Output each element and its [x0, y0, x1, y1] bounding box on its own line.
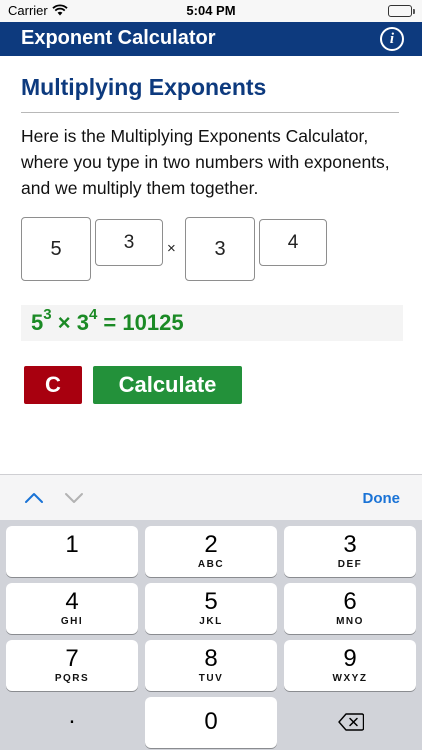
app-title: Exponent Calculator [21, 27, 216, 49]
result-base2: 3 [76, 310, 89, 335]
key-4[interactable]: 4 GHI [6, 583, 138, 634]
result-equals: = [103, 310, 117, 335]
key-2[interactable]: 2 ABC [145, 526, 277, 577]
result-text: 53 × 34 = 10125 [31, 306, 184, 336]
key-digit: 0 [204, 708, 218, 735]
key-digit: 8 [204, 645, 218, 672]
base1-input[interactable]: 5 [21, 217, 91, 281]
key-letters: JKL [199, 616, 223, 627]
number-keypad: 1 2 ABC 3 DEF 4 GHI 5 JKL 6 MNO 7 PQRS 8 TUV 9W… [0, 520, 422, 750]
delete-key[interactable] [284, 697, 416, 748]
key-decimal[interactable]: . [6, 697, 138, 748]
done-button[interactable]: Done [363, 490, 401, 507]
clear-button[interactable]: C [24, 366, 82, 404]
key-7[interactable]: 7 PQRS [6, 640, 138, 691]
multiply-sign: × [167, 240, 176, 257]
key-digit: 6 [343, 588, 357, 615]
calculate-button[interactable]: Calculate [93, 366, 242, 404]
status-bar: Carrier 5:04 PM [0, 0, 422, 22]
key-letters: ABC [197, 559, 225, 570]
key-digit: 4 [65, 588, 79, 615]
clock-time: 5:04 PM [186, 3, 236, 18]
key-digit: 2 [204, 531, 218, 558]
key-letters: MNO [336, 616, 364, 627]
result-exp1: 3 [43, 306, 52, 323]
key-letters: DEF [337, 559, 363, 570]
key-digit: 5 [204, 588, 218, 615]
result-operator: × [57, 310, 71, 335]
key-decimal-label: . [68, 702, 76, 729]
keyboard-toolbar: Done [0, 474, 422, 520]
key-3[interactable]: 3 DEF [284, 526, 416, 577]
nav-bar: Exponent Calculator i [0, 22, 422, 56]
result-base1: 5 [31, 310, 44, 335]
key-8[interactable]: 8 TUV [145, 640, 277, 691]
key-letters: GHI [60, 616, 84, 627]
battery-icon [388, 5, 415, 17]
key-digit: 1 [65, 531, 79, 558]
info-icon[interactable]: i [380, 27, 404, 51]
description-text: Here is the Multiplying Exponents Calcul… [21, 126, 390, 198]
key-letters: WXYZ [332, 673, 368, 684]
key-6[interactable]: 6 MNO [284, 583, 416, 634]
base2-input[interactable]: 3 [185, 217, 255, 281]
key-0[interactable]: 0 [145, 697, 277, 748]
key-letters: PQRS [54, 673, 90, 684]
result-panel: 53 × 34 = 10125 [21, 305, 403, 341]
result-value: 10125 [122, 310, 184, 335]
exponent2-input[interactable]: 4 [259, 219, 327, 266]
delete-backspace-icon [338, 713, 365, 736]
page-title: Multiplying Exponents [21, 74, 267, 100]
key-digit: 7 [65, 645, 79, 672]
divider [21, 112, 399, 113]
chevron-down-icon[interactable] [64, 491, 84, 509]
chevron-up-icon[interactable] [24, 491, 44, 509]
key-1[interactable]: 1 [6, 526, 138, 577]
key-digit: 3 [343, 531, 357, 558]
key-letters: TUV [198, 673, 224, 684]
exponent1-input[interactable]: 3 [95, 219, 163, 266]
result-exp2: 4 [88, 306, 98, 323]
key-5[interactable]: 5 JKL [145, 583, 277, 634]
key-9[interactable]: 9 WXYZ [284, 640, 416, 691]
key-digit: 9 [343, 645, 357, 672]
